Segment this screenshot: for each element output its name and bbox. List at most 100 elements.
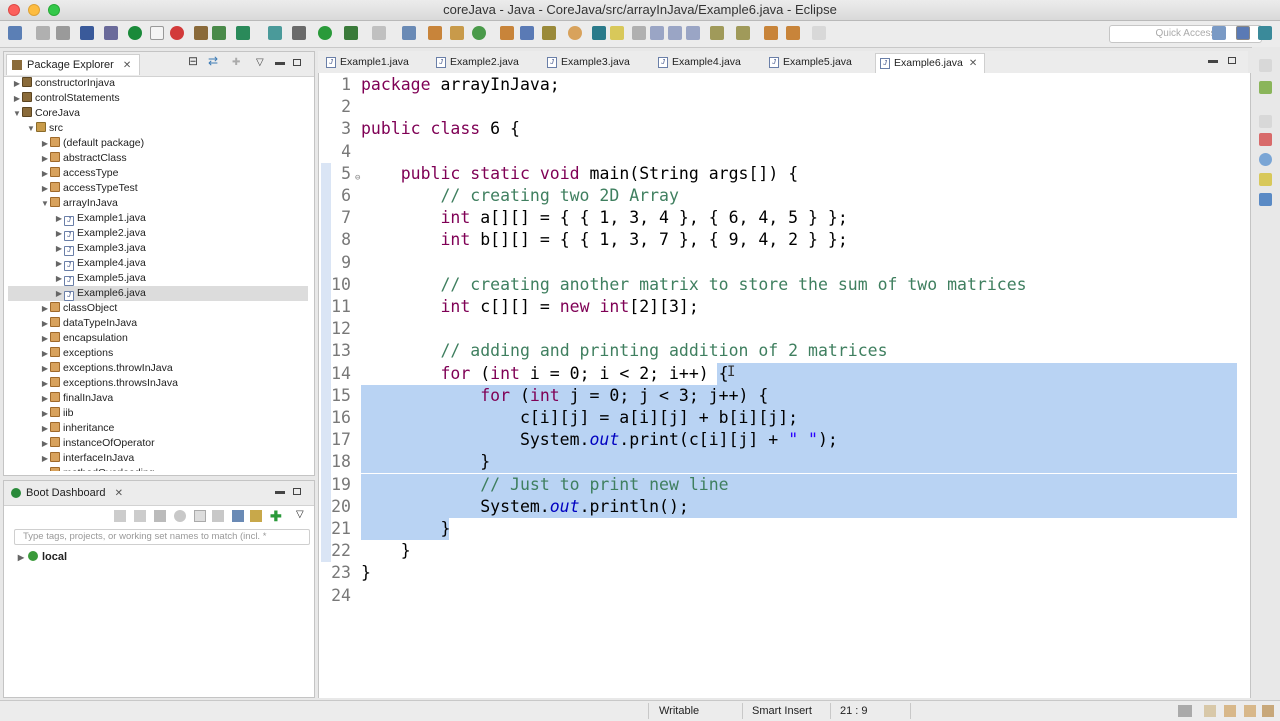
tab-boot-dashboard[interactable]: Boot Dashboard ✕ [6, 483, 131, 504]
stop-icon[interactable] [372, 26, 386, 40]
code-line[interactable]: 13 // adding and printing addition of 2 … [319, 340, 1249, 362]
expand-arrow-icon[interactable]: ▶ [40, 151, 50, 166]
expand-arrow-icon[interactable]: ▶ [40, 331, 50, 346]
filter-icon[interactable] [250, 510, 262, 522]
tree-item[interactable]: ▶ constructorInjava [8, 76, 308, 91]
open-resource-icon[interactable] [520, 26, 534, 40]
tree-item[interactable]: ▶ exceptions [8, 346, 308, 361]
maximize-icon[interactable] [293, 488, 301, 495]
code-line[interactable]: 3 public class 6 { [319, 118, 1249, 140]
forward-icon[interactable] [812, 26, 826, 40]
minimize-icon[interactable]: ▬ [1208, 56, 1218, 66]
tree-item[interactable]: ▶ J Example2.java [8, 226, 308, 241]
tree-item[interactable]: ▶ inheritance [8, 421, 308, 436]
collapse-arrow-icon[interactable]: ▼ [40, 196, 50, 211]
run-external-icon[interactable] [344, 26, 358, 40]
expand-arrow-icon[interactable]: ▶ [12, 76, 22, 91]
expand-arrow-icon[interactable]: ▶ [40, 436, 50, 451]
close-icon[interactable]: ✕ [123, 60, 131, 71]
code-line[interactable]: 7 int a[][] = { { 1, 3, 4 }, { 6, 4, 5 }… [319, 207, 1249, 229]
tasks-icon[interactable] [236, 26, 250, 40]
problems-icon[interactable] [1262, 705, 1274, 717]
tree-item[interactable]: ▶ exceptions.throwInJava [8, 361, 308, 376]
expand-arrow-icon[interactable]: ▶ [40, 451, 50, 466]
collapse-arrow-icon[interactable]: ▼ [26, 121, 36, 136]
restore-icon[interactable] [1259, 115, 1272, 128]
tree-item[interactable]: ▶ controlStatements [8, 91, 308, 106]
code-line[interactable]: 11 int c[][] = new int[2][3]; [319, 296, 1249, 318]
code-line[interactable]: 23} [319, 562, 1249, 584]
debug-perspective-icon[interactable] [1258, 26, 1272, 40]
tree-item[interactable]: ▶ classObject [8, 301, 308, 316]
expand-arrow-icon[interactable]: ▶ [54, 226, 64, 241]
collapse-all-icon[interactable]: ⊟ [188, 55, 198, 67]
layout-icon[interactable] [232, 510, 244, 522]
expand-arrow-icon[interactable]: ▶ [12, 91, 22, 106]
tree-item[interactable]: ▶ interfaceInJava [8, 451, 308, 466]
minimize-window-button[interactable] [28, 4, 40, 16]
code-line[interactable]: 4 [319, 141, 1249, 163]
tree-item[interactable]: ▶ exceptions.throwsInJava [8, 376, 308, 391]
zoom-window-button[interactable] [48, 4, 60, 16]
maximize-icon[interactable] [293, 59, 301, 66]
console-icon[interactable] [1259, 193, 1272, 206]
tree-item[interactable]: ▶ dataTypeInJava [8, 316, 308, 331]
boot-filter-input[interactable]: Type tags, projects, or working set name… [14, 529, 310, 545]
next-annotation-icon[interactable] [710, 26, 724, 40]
debug-boot-icon[interactable] [170, 26, 184, 40]
tab-example3-java[interactable]: J Example3.java [543, 53, 643, 73]
close-icon[interactable]: ✕ [969, 58, 977, 69]
tree-item[interactable]: ▶ accessType [8, 166, 308, 181]
code-line[interactable]: 9 [319, 252, 1249, 274]
new-package-icon[interactable] [428, 26, 442, 40]
expand-arrow-icon[interactable]: ▶ [40, 136, 50, 151]
code-line[interactable]: 15 for (int j = 0; j < 3; j++) { [319, 385, 1249, 407]
bookmarks-icon[interactable] [1244, 705, 1256, 717]
expand-arrow-icon[interactable]: ▶ [16, 553, 26, 562]
view-menu-icon[interactable]: ▽ [296, 509, 304, 520]
tree-item[interactable]: ▼ src [8, 121, 308, 136]
annotation-icon[interactable] [542, 26, 556, 40]
expand-arrow-icon[interactable]: ▶ [40, 316, 50, 331]
tab-package-explorer[interactable]: Package Explorer ✕ [6, 54, 141, 75]
expand-arrow-icon[interactable]: ▶ [40, 406, 50, 421]
debug-icon[interactable] [292, 26, 306, 40]
code-line[interactable]: 1 package arrayInJava; [319, 74, 1249, 96]
block-selection-icon[interactable] [650, 26, 664, 40]
back-icon[interactable] [786, 26, 800, 40]
skip-breakpoints-icon[interactable] [104, 26, 118, 40]
expand-arrow-icon[interactable]: ▶ [54, 241, 64, 256]
tree-item[interactable]: ▶ instanceOfOperator [8, 436, 308, 451]
new-icon[interactable] [8, 26, 22, 40]
tree-item[interactable]: ▼ CoreJava [8, 106, 308, 121]
code-line[interactable]: 8 int b[][] = { { 1, 3, 7 }, { 9, 4, 2 }… [319, 229, 1249, 251]
tree-item[interactable]: ▶ abstractClass [8, 151, 308, 166]
last-edit-icon[interactable] [764, 26, 778, 40]
code-line[interactable]: 18 } [319, 451, 1249, 473]
tree-item[interactable]: ▶ finalInJava [8, 391, 308, 406]
open-perspective-icon[interactable] [1212, 26, 1226, 40]
deploy-icon[interactable] [194, 26, 208, 40]
new-class-icon[interactable] [450, 26, 464, 40]
expand-arrow-icon[interactable]: ▶ [54, 271, 64, 286]
view-menu-icon[interactable]: ▽ [256, 58, 266, 68]
spring-tool-icon[interactable] [1259, 81, 1272, 94]
refresh-icon[interactable] [212, 26, 226, 40]
code-editor[interactable]: 1 package arrayInJava; 2 3 public class 6 {4… [318, 73, 1251, 698]
tree-item[interactable]: ▶ iib [8, 406, 308, 421]
tab-example5-java[interactable]: J Example5.java [765, 53, 865, 73]
restore-icon[interactable] [1259, 59, 1272, 72]
code-line[interactable]: 19 // Just to print new line [319, 474, 1249, 496]
code-line[interactable]: 16 c[i][j] = a[i][j] + b[i][j]; [319, 407, 1249, 429]
minimize-icon[interactable]: ▬ [275, 487, 285, 497]
expand-arrow-icon[interactable]: ▶ [40, 166, 50, 181]
pin-icon[interactable] [592, 26, 606, 40]
console-icon[interactable] [194, 510, 206, 522]
word-wrap-icon[interactable] [632, 26, 646, 40]
collapse-arrow-icon[interactable]: ▼ [12, 106, 22, 121]
open-browser-icon[interactable] [174, 510, 186, 522]
tab-example4-java[interactable]: J Example4.java [654, 53, 754, 73]
expand-arrow-icon[interactable]: ▶ [54, 286, 64, 301]
tree-item[interactable]: ▶ (default package) [8, 136, 308, 151]
expand-arrow-icon[interactable]: ▶ [40, 391, 50, 406]
